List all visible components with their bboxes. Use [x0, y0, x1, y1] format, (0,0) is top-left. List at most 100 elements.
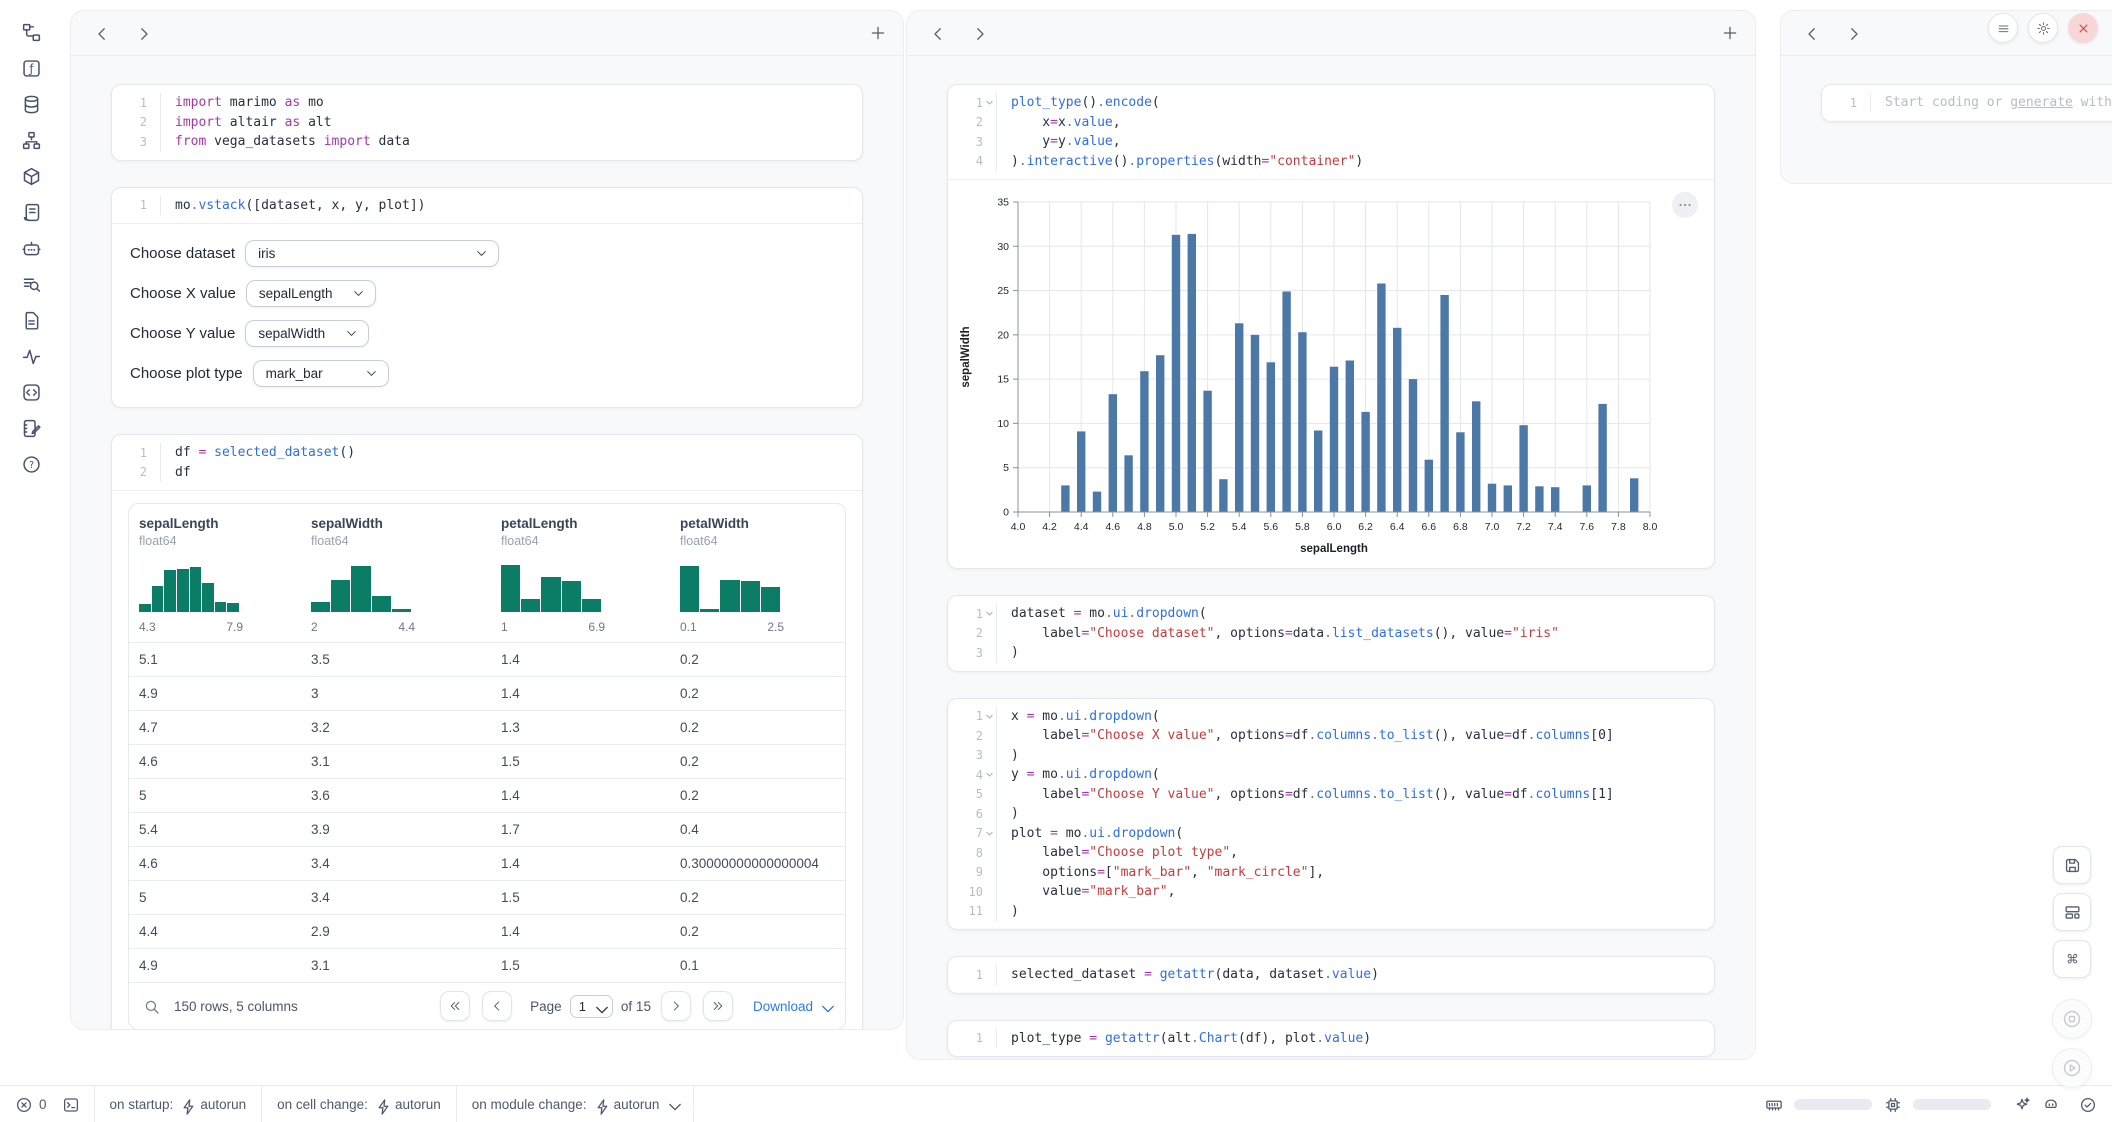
code-editor[interactable]: 1plot_type = getattr(alt.Chart(df), plot… — [948, 1021, 1714, 1057]
download-button[interactable]: Download — [753, 999, 831, 1014]
table-body: 5.13.51.40.2setosa4.931.40.2setosa4.73.2… — [129, 642, 845, 982]
table-row[interactable]: 4.73.21.30.2setosa — [129, 710, 845, 744]
table-row[interactable]: 4.42.91.40.2setosa — [129, 914, 845, 948]
notebook-edit-icon[interactable] — [21, 418, 42, 439]
prev-page-button[interactable] — [482, 991, 512, 1021]
chart-actions-button[interactable] — [1672, 192, 1698, 218]
table-row[interactable]: 5.43.91.70.4setosa — [129, 812, 845, 846]
error-indicator[interactable]: 0 — [0, 1086, 94, 1122]
search-icon[interactable] — [143, 998, 160, 1015]
bar-chart[interactable]: 4.04.24.44.64.85.05.25.45.65.86.06.26.46… — [954, 188, 1684, 560]
connection-status-icon[interactable] — [2079, 1096, 2096, 1113]
layout-button[interactable] — [2053, 893, 2091, 931]
zap-icon — [180, 1098, 193, 1111]
document-icon[interactable] — [21, 310, 42, 331]
column-panel-1: 123import marimo as moimport altair as a… — [70, 10, 904, 1030]
code-editor[interactable]: 1selected_dataset = getattr(data, datase… — [948, 957, 1714, 993]
memory-icon — [1765, 1096, 1782, 1113]
code-editor[interactable]: 123import marimo as moimport altair as a… — [112, 85, 862, 160]
table-row[interactable]: 5.13.51.40.2setosa — [129, 642, 845, 676]
control-row: Choose datasetiris — [130, 240, 844, 267]
error-icon — [15, 1096, 32, 1113]
column-next-button[interactable] — [971, 25, 987, 41]
last-page-button[interactable] — [703, 991, 733, 1021]
svg-text:10: 10 — [997, 418, 1009, 430]
help-circle-icon[interactable]: ? — [21, 454, 42, 475]
svg-text:7.8: 7.8 — [1611, 521, 1626, 533]
logs-scroll-icon[interactable] — [21, 202, 42, 223]
stop-button[interactable] — [2052, 999, 2092, 1039]
table-cell: 4.6 — [139, 856, 311, 871]
table-cell: 4.4 — [139, 924, 311, 939]
ai-sparkles-icon[interactable] — [2013, 1096, 2030, 1113]
package-icon[interactable] — [21, 166, 42, 187]
empty-code-editor[interactable]: 1Start coding or generate with AI — [1822, 85, 2112, 121]
svg-text:6.0: 6.0 — [1327, 521, 1342, 533]
table-row[interactable]: 53.41.50.2setosa — [129, 880, 845, 914]
code-editor[interactable]: 123dataset = mo.ui.dropdown( label="Choo… — [948, 596, 1714, 671]
next-page-button[interactable] — [661, 991, 691, 1021]
dependency-graph-icon[interactable] — [21, 130, 42, 151]
column-prev-button[interactable] — [93, 25, 109, 41]
command-palette-button[interactable]: ⌘ — [2053, 940, 2091, 978]
table-row[interactable]: 4.63.11.50.2setosa — [129, 744, 845, 778]
terminal-icon[interactable] — [62, 1096, 79, 1113]
close-panel-button[interactable] — [2068, 13, 2098, 43]
table-row[interactable]: 4.63.41.40.30000000000000004setosa — [129, 846, 845, 880]
svg-text:30: 30 — [997, 241, 1009, 253]
file-tree-icon[interactable] — [21, 22, 42, 43]
database-icon[interactable] — [21, 94, 42, 115]
assistant-bot-icon[interactable] — [2042, 1096, 2059, 1113]
table-cell: 1.5 — [501, 890, 680, 905]
code-editor[interactable]: 1234567891011x = mo.ui.dropdown( label="… — [948, 699, 1714, 930]
error-count: 0 — [39, 1097, 47, 1112]
choose-x-value-dropdown[interactable]: sepalLength — [246, 280, 376, 307]
choose-y-value-dropdown[interactable]: sepalWidth — [245, 320, 369, 347]
activity-icon[interactable] — [21, 346, 42, 367]
code-editor[interactable]: 12df = selected_dataset()df — [112, 435, 862, 490]
table-row[interactable]: 4.93.11.50.1setosa — [129, 948, 845, 982]
code-snippets-icon[interactable] — [21, 382, 42, 403]
column-prev-button[interactable] — [929, 25, 945, 41]
notebook-actions: ⌘ — [2052, 846, 2092, 1088]
column-histogram — [501, 560, 601, 612]
column-header-sepalWidth[interactable]: sepalWidthfloat6424.4 — [311, 516, 501, 634]
run-all-button[interactable] — [2052, 1048, 2092, 1088]
status-bar: 0 on startup: autorun on cell change: au… — [0, 1085, 2112, 1122]
chat-assistant-icon[interactable] — [21, 238, 42, 259]
column-next-button[interactable] — [1845, 25, 1861, 41]
on-module-change-toggle[interactable]: on module change: autorun — [457, 1086, 694, 1122]
first-page-button[interactable] — [440, 991, 470, 1021]
table-row[interactable]: 53.61.40.2setosa — [129, 778, 845, 812]
column-header-sepalLength[interactable]: sepalLengthfloat644.37.9 — [139, 516, 311, 634]
svg-text:8.0: 8.0 — [1643, 521, 1658, 533]
table-cell: 3.1 — [311, 958, 501, 973]
svg-text:25: 25 — [997, 285, 1009, 297]
choose-plot-type-dropdown[interactable]: mark_bar — [253, 360, 389, 387]
svg-text:5.0: 5.0 — [1169, 521, 1184, 533]
menu-button[interactable] — [1988, 13, 2018, 43]
on-cell-change-toggle[interactable]: on cell change: autorun — [262, 1086, 456, 1122]
table-row[interactable]: 4.931.40.2setosa — [129, 676, 845, 710]
chevron-left-icon — [490, 999, 504, 1013]
cell-plot: 1234plot_type().encode( x=x.value, y=y.v… — [947, 84, 1715, 569]
table-cell: 0.2 — [680, 686, 845, 701]
choose-dataset-dropdown[interactable]: iris — [245, 240, 499, 267]
column-prev-button[interactable] — [1803, 25, 1819, 41]
settings-button[interactable] — [2028, 13, 2058, 43]
list-search-icon[interactable] — [21, 274, 42, 295]
add-column-button[interactable] — [1721, 24, 1739, 42]
page-select[interactable]: 1 — [570, 995, 613, 1018]
svg-text:35: 35 — [997, 197, 1009, 209]
on-startup-toggle[interactable]: on startup: autorun — [95, 1086, 262, 1122]
column-header-petalLength[interactable]: petalLengthfloat6416.9 — [501, 516, 680, 634]
column-next-button[interactable] — [135, 25, 151, 41]
svg-text:0: 0 — [1003, 507, 1009, 519]
save-button[interactable] — [2053, 846, 2091, 884]
function-square-icon[interactable]: ƒ — [21, 58, 42, 79]
add-column-button[interactable] — [869, 24, 887, 42]
table-cell: 1.5 — [501, 958, 680, 973]
column-header-petalWidth[interactable]: petalWidthfloat640.12.5 — [680, 516, 845, 634]
code-editor[interactable]: 1234plot_type().encode( x=x.value, y=y.v… — [948, 85, 1714, 179]
code-editor[interactable]: 1mo.vstack([dataset, x, y, plot]) — [112, 188, 862, 224]
